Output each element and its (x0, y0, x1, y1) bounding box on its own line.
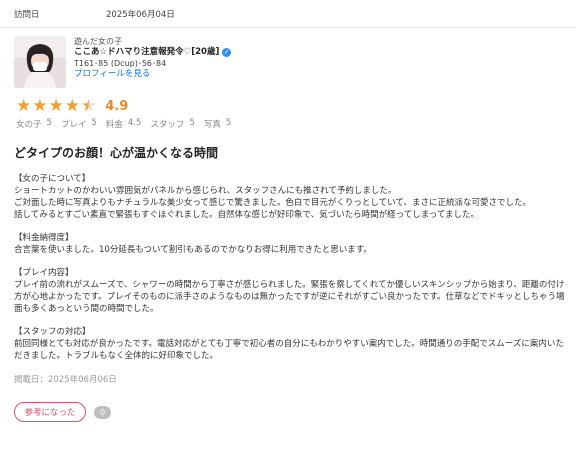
profile-link[interactable]: プロフィールを見る (74, 69, 231, 80)
section-text: ショートカットのかわいい雰囲気がパネルから感じられ、スタッフさんにも推されて予約… (14, 186, 531, 220)
helpful-button[interactable]: 参考になった (14, 402, 86, 422)
sub-score-label: スタッフ (150, 120, 185, 130)
section-heading: 【料金納得度】 (14, 233, 74, 243)
star-icon: ★ (32, 95, 48, 116)
section-text: 前回同様とても対応が良かったです。電話対応がとても丁寧で初心者の自分にもわかりや… (14, 339, 564, 361)
girl-kind-label: 遊んだ女の子 (74, 37, 122, 46)
girl-name-link[interactable]: ここあ☆ドハマり注意報発令♡[20歳] (74, 47, 219, 58)
sub-score-label: 女の子 (16, 120, 42, 130)
section-heading: 【スタッフの対応】 (14, 327, 91, 337)
section-text: プレイ前の流れがスムーズで、シャワーの時間から丁寧さが感じられました。緊張を察し… (14, 280, 565, 314)
visit-date-label: 訪問日 (14, 9, 40, 20)
sub-score-value: 5 (46, 118, 52, 128)
half-star-icon: ★ (81, 95, 97, 116)
review-section-price: 【料金納得度】 合言葉を使いました。10分延長もついて割引もあるのでかなりお得に… (14, 232, 566, 256)
visit-date-row: 訪問日 2025年06月04日 (0, 0, 576, 28)
sub-score-label: 料金 (105, 120, 123, 130)
sub-score-label: プレイ (60, 120, 87, 130)
girl-spec: T161･85 (Dcup)･56･84 (74, 59, 167, 68)
section-text: 合言葉を使いました。10分延長もついて割引もあるのでかなりお得に利用できたと思い… (14, 245, 372, 255)
section-heading: 【プレイ内容】 (14, 268, 74, 278)
section-heading: 【女の子について】 (14, 174, 91, 184)
sub-score-value: 5 (189, 118, 195, 128)
posted-date: 掲載日：2025年06月06日 (14, 375, 117, 385)
girl-card: 遊んだ女の子 ここあ☆ドハマり注意報発令♡[20歳] ✓ T161･85 (Dc… (0, 28, 576, 90)
rating-stars: ★ ★ ★ ★ ★ (16, 95, 97, 116)
sub-score-value: 5 (91, 118, 97, 128)
sub-score-value: 5 (225, 118, 232, 128)
girl-photo (14, 36, 66, 88)
star-icon: ★ (64, 95, 80, 116)
star-icon: ★ (48, 95, 64, 116)
sub-scores: 女の子 5 プレイ 5 料金 4.5 スタッフ 5 写真 5 (0, 118, 576, 130)
girl-avatar[interactable] (14, 36, 66, 88)
rating-value: 4.9 (105, 98, 129, 114)
sub-score-staff: スタッフ 5 (150, 118, 194, 130)
visit-date-value: 2025年06月04日 (106, 9, 175, 20)
overall-rating: ★ ★ ★ ★ ★ 4.9 (0, 94, 576, 118)
review-section-staff: 【スタッフの対応】 前回同様とても対応が良かったです。電話対応がとても丁寧で初心… (14, 326, 566, 362)
helpful-count-badge: 0 (94, 405, 111, 419)
sub-score-label: 写真 (203, 120, 221, 130)
review-title: どタイプのお顔！心が温かくなる時間 (14, 146, 219, 160)
verified-check-icon: ✓ (222, 48, 232, 57)
sub-score-price: 料金 4.5 (106, 118, 142, 130)
review-section-play: 【プレイ内容】 プレイ前の流れがスムーズで、シャワーの時間から丁寧さが感じられま… (14, 267, 566, 315)
sub-score-photo: 写真 5 (204, 118, 231, 130)
helpful-row: 参考になった 0 (0, 402, 576, 422)
sub-score-value: 4.5 (127, 118, 142, 128)
review-section-girl: 【女の子について】 ショートカットのかわいい雰囲気がパネルから感じられ、スタッフ… (14, 173, 566, 221)
review-body: 【女の子について】 ショートカットのかわいい雰囲気がパネルから感じられ、スタッフ… (0, 173, 576, 362)
sub-score-play: プレイ 5 (61, 118, 97, 130)
star-icon: ★ (16, 95, 32, 116)
sub-score-girl: 女の子 5 (16, 118, 52, 130)
